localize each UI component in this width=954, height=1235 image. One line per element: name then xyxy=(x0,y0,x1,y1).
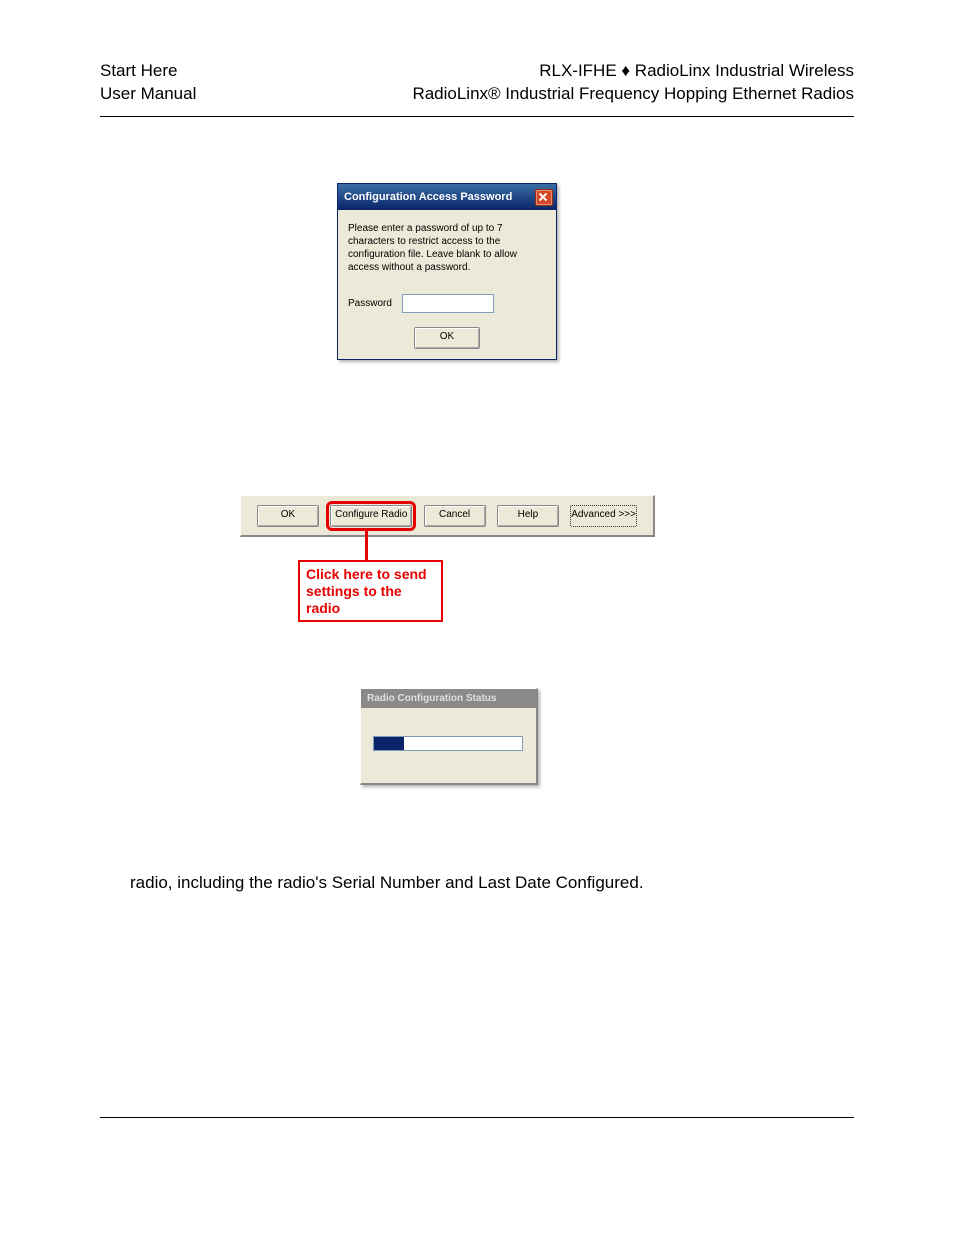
dialog-titlebar: Configuration Access Password xyxy=(338,184,556,210)
dialog-body: Please enter a password of up to 7 chara… xyxy=(338,210,556,359)
radio-config-status-dialog: Radio Configuration Status xyxy=(360,688,538,785)
dialog-instructions: Please enter a password of up to 7 chara… xyxy=(348,222,546,274)
password-label: Password xyxy=(348,298,392,309)
header-right: RLX-IFHE ♦ RadioLinx Industrial Wireless… xyxy=(412,60,854,106)
close-icon[interactable] xyxy=(535,189,553,206)
document-page: Start Here User Manual RLX-IFHE ♦ RadioL… xyxy=(0,0,954,1235)
page-header: Start Here User Manual RLX-IFHE ♦ RadioL… xyxy=(100,60,854,106)
header-left-line2: User Manual xyxy=(100,83,196,106)
progress-bar-fill xyxy=(374,737,404,750)
cancel-button[interactable]: Cancel xyxy=(424,505,486,527)
password-input[interactable] xyxy=(402,294,494,313)
ok-button-bar[interactable]: OK xyxy=(257,505,319,527)
header-rule xyxy=(100,116,854,117)
dialog-title: Configuration Access Password xyxy=(344,191,512,203)
header-right-line1: RLX-IFHE ♦ RadioLinx Industrial Wireless xyxy=(412,60,854,83)
callout-line2: settings to the radio xyxy=(306,583,435,617)
callout-box: Click here to send settings to the radio xyxy=(298,560,443,622)
password-row: Password xyxy=(348,294,546,313)
header-right-line2: RadioLinx® Industrial Frequency Hopping … xyxy=(412,83,854,106)
footer-rule xyxy=(100,1117,854,1118)
help-button[interactable]: Help xyxy=(497,505,559,527)
header-left-line1: Start Here xyxy=(100,60,196,83)
progress-dialog-title: Radio Configuration Status xyxy=(361,689,536,708)
advanced-button[interactable]: Advanced >>> xyxy=(570,505,637,527)
ok-button[interactable]: OK xyxy=(414,327,480,349)
header-left: Start Here User Manual xyxy=(100,60,196,106)
button-bar: OK Configure Radio Cancel Help Advanced … xyxy=(240,495,655,537)
configure-radio-button[interactable]: Configure Radio xyxy=(330,505,412,527)
callout-connector xyxy=(365,528,368,562)
config-password-dialog: Configuration Access Password Please ent… xyxy=(337,183,557,360)
progress-bar xyxy=(373,736,523,751)
progress-dialog-body xyxy=(361,708,536,751)
callout-line1: Click here to send xyxy=(306,566,435,583)
body-paragraph: radio, including the radio's Serial Numb… xyxy=(130,871,644,895)
